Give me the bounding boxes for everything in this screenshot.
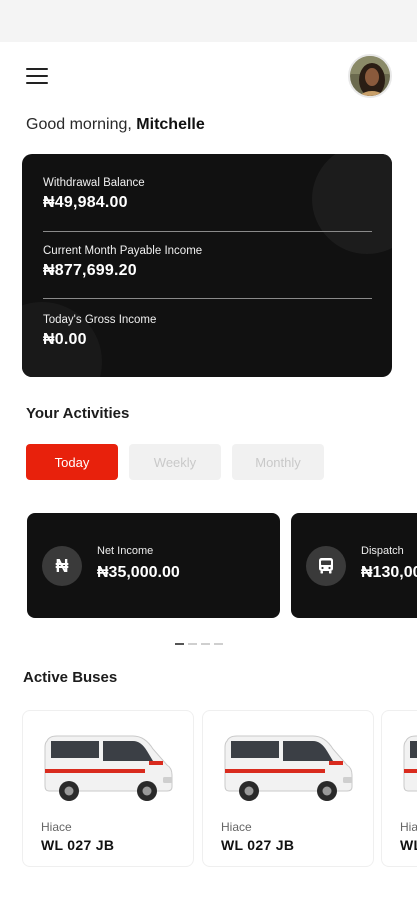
bus-card[interactable]: Hiace WL 027 JB [22, 710, 194, 867]
naira-icon: ₦ [42, 546, 82, 586]
bus-type: Hiace [41, 820, 72, 834]
bus-plate: WL 027 JB [221, 837, 295, 853]
bus-image [224, 735, 353, 801]
tab-weekly[interactable]: Weekly [129, 444, 221, 480]
gross-income-value: ₦0.00 [43, 331, 87, 348]
dispatch-card[interactable]: Dispatch ₦130,000.00 [291, 513, 417, 618]
greeting: Good morning, Mitchelle [26, 116, 205, 134]
dispatch-label: Dispatch [361, 545, 404, 557]
tab-monthly[interactable]: Monthly [232, 444, 324, 480]
pager-dot[interactable] [188, 643, 197, 645]
divider [43, 298, 372, 299]
avatar[interactable] [348, 54, 392, 98]
pager-dot[interactable] [214, 643, 223, 645]
bus-card[interactable]: Hiace WL 027 JB [381, 710, 417, 867]
payable-income: Current Month Payable Income ₦877,699.20 [43, 245, 372, 280]
pager-dot[interactable] [175, 643, 184, 645]
activities-title: Your Activities [26, 405, 130, 422]
withdrawal-balance-label: Withdrawal Balance [43, 177, 145, 189]
net-income-card[interactable]: ₦ Net Income ₦35,000.00 [27, 513, 280, 618]
net-income-value: ₦35,000.00 [97, 564, 180, 581]
pager-dot[interactable] [201, 643, 210, 645]
menu-icon[interactable] [26, 68, 48, 86]
gross-income-label: Today's Gross Income [43, 314, 157, 326]
avatar-photo [350, 56, 390, 96]
bus-card[interactable]: Hiace WL 027 JB [202, 710, 374, 867]
bus-type: Hiace [221, 820, 252, 834]
status-bar [0, 0, 417, 42]
carousel-pager [175, 643, 223, 645]
greeting-prefix: Good morning, [26, 116, 132, 133]
withdrawal-balance: Withdrawal Balance ₦49,984.00 [43, 177, 372, 212]
bus-type: Hiace [400, 820, 417, 834]
withdrawal-balance-value: ₦49,984.00 [43, 194, 128, 211]
net-income-label: Net Income [97, 545, 154, 557]
bus-plate: WL 027 JB [41, 837, 115, 853]
bus-icon [306, 546, 346, 586]
payable-income-label: Current Month Payable Income [43, 245, 203, 257]
divider [43, 231, 372, 232]
dispatch-value: ₦130,000.00 [361, 564, 417, 581]
bus-plate: WL 027 JB [400, 837, 417, 853]
tab-today[interactable]: Today [26, 444, 118, 480]
active-buses-title: Active Buses [23, 669, 118, 686]
gross-income: Today's Gross Income ₦0.00 [43, 314, 372, 349]
payable-income-value: ₦877,699.20 [43, 262, 137, 279]
user-name: Mitchelle [136, 116, 205, 133]
bus-image [44, 735, 173, 801]
balance-card: Withdrawal Balance ₦49,984.00 Current Mo… [22, 154, 392, 377]
bus-image [403, 735, 417, 792]
